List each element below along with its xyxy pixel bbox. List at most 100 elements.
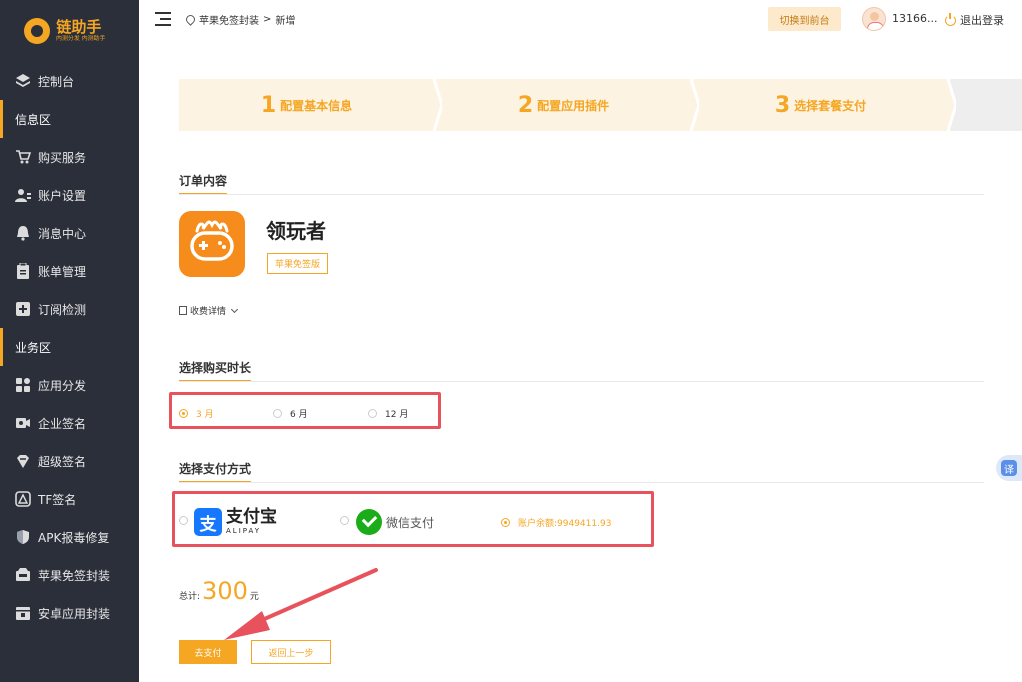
sidebar-menu: 控制台信息区购买服务账户设置消息中心账单管理订阅检测业务区应用分发企业签名超级签… [0,62,139,632]
fee-detail-toggle[interactable]: 收费详情 [179,304,239,317]
step-2-label: 配置应用插件 [537,98,610,113]
brand-logo-icon [24,18,51,44]
sidebar-item-label: 账户设置 [38,188,87,203]
sidebar-item-label: 账单管理 [38,264,87,279]
user-settings-icon [14,186,32,204]
order-section-title-text: 订单内容 [179,174,228,188]
brand-name: 链助手 [56,17,102,36]
step-3: 3 选择套餐支付 [693,79,948,131]
top-header: 苹果免签封装 > 新增 切换到前台 13166... 退出登录 [139,0,1022,38]
step-4-placeholder [950,79,1022,131]
step-1-label: 配置基本信息 [280,98,353,113]
power-icon [945,12,956,26]
step-chevron-icon [430,79,442,131]
switch-frontend-button[interactable]: 切换到前台 [768,7,841,31]
total-prefix: 总计: [179,592,201,602]
sidebar-item[interactable]: 安卓应用封装 [0,594,139,632]
diamond-icon [14,452,32,470]
sidebar-item-label: 安卓应用封装 [38,606,111,621]
step-2: 2 配置应用插件 [436,79,691,131]
sidebar-item[interactable]: 企业签名 [0,404,139,442]
sidebar-item[interactable]: APK报毒修复 [0,518,139,556]
step-progress: 1 配置基本信息 2 配置应用插件 3 选择套餐支付 [179,79,1022,131]
step-1-number: 1 [260,92,277,118]
sidebar-item[interactable]: 苹果免签封装 [0,556,139,594]
grid-icon [14,376,32,394]
sidebar-item-label: APK报毒修复 [38,530,110,545]
section-divider [179,381,984,382]
box-icon [14,604,32,622]
fee-detail-label: 收费详情 [190,307,227,317]
sidebar-item[interactable]: 账户设置 [0,176,139,214]
payment-section-title: 选择支付方式 [179,460,252,483]
sidebar-section-heading: 业务区 [0,328,139,366]
location-pin-icon [184,13,197,26]
order-total: 总计: 300 元 [179,577,259,605]
brand-slogan: 内测分发 内测助手 [56,35,106,42]
sidebar-item-label: TF签名 [38,492,77,507]
pay-button[interactable]: 去支付 [179,640,237,664]
order-section-title: 订单内容 [179,172,228,195]
section-divider [179,194,984,195]
sidebar-item-label: 应用分发 [38,378,87,393]
testflight-icon [14,490,32,508]
sidebar-section-heading: 信息区 [0,100,139,138]
app-version-tag: 苹果免签版 [267,253,328,274]
document-icon [179,306,187,315]
clipboard-icon [14,262,32,280]
step-3-label: 选择套餐支付 [794,98,867,113]
sidebar-item-label: 控制台 [38,74,75,89]
payment-section-title-text: 选择支付方式 [179,462,252,476]
sidebar-item[interactable]: 超级签名 [0,442,139,480]
sidebar-item[interactable]: 购买服务 [0,138,139,176]
sidebar-item-label: 消息中心 [38,226,87,241]
duration-section-title-text: 选择购买时长 [179,361,252,375]
step-3-number: 3 [774,92,791,118]
step-chevron-icon [687,79,699,131]
sidebar-item-label: 企业签名 [38,416,87,431]
plus-square-icon [14,300,32,318]
breadcrumb-item-parent[interactable]: 苹果免签封装 [199,12,259,27]
sidebar-item[interactable]: 应用分发 [0,366,139,404]
breadcrumb-item-current: 新增 [275,16,296,27]
app-name: 领玩者 [266,219,326,243]
sidebar-item[interactable]: TF签名 [0,480,139,518]
avatar[interactable] [862,7,886,31]
section-divider [179,482,984,483]
cart-icon [14,148,32,166]
brand-logo[interactable]: 链助手 内测分发 内测助手 [0,0,139,62]
camera-icon [14,414,32,432]
menu-toggle-icon[interactable] [155,12,171,26]
sidebar-item-label: 苹果免签封装 [38,568,111,583]
package-icon [14,566,32,584]
breadcrumb: 苹果免签封装 > 新增 [184,12,296,27]
app-icon [179,211,245,277]
step-2-number: 2 [517,92,534,118]
total-unit: 元 [249,592,259,602]
sidebar-item[interactable]: 账单管理 [0,252,139,290]
username[interactable]: 13166... [892,12,937,25]
sidebar-item[interactable]: 订阅检测 [0,290,139,328]
logout-button[interactable]: 退出登录 [945,12,1004,28]
duration-section-title: 选择购买时长 [179,359,252,382]
translate-icon: 译 [1001,460,1017,476]
step-1: 1 配置基本信息 [179,79,434,131]
back-button[interactable]: 返回上一步 [251,640,331,664]
sidebar-item-label: 购买服务 [38,150,87,165]
step-chevron-icon [944,79,956,131]
sidebar-item[interactable]: 消息中心 [0,214,139,252]
layers-icon [14,72,32,90]
sidebar: 链助手 内测分发 内测助手 控制台信息区购买服务账户设置消息中心账单管理订阅检测… [0,0,139,682]
shield-icon [14,528,32,546]
sidebar-item-label: 订阅检测 [38,302,87,317]
translate-button[interactable]: 译 [996,455,1022,481]
sidebar-item[interactable]: 控制台 [0,62,139,100]
highlight-box [172,491,654,547]
highlight-box [169,392,441,429]
chevron-down-icon [230,305,239,313]
sidebar-item-label: 超级签名 [38,454,87,469]
logout-label: 退出登录 [960,14,1004,27]
gamepad-icon [190,220,234,261]
breadcrumb-separator: > [263,14,272,25]
bell-icon [14,224,32,242]
